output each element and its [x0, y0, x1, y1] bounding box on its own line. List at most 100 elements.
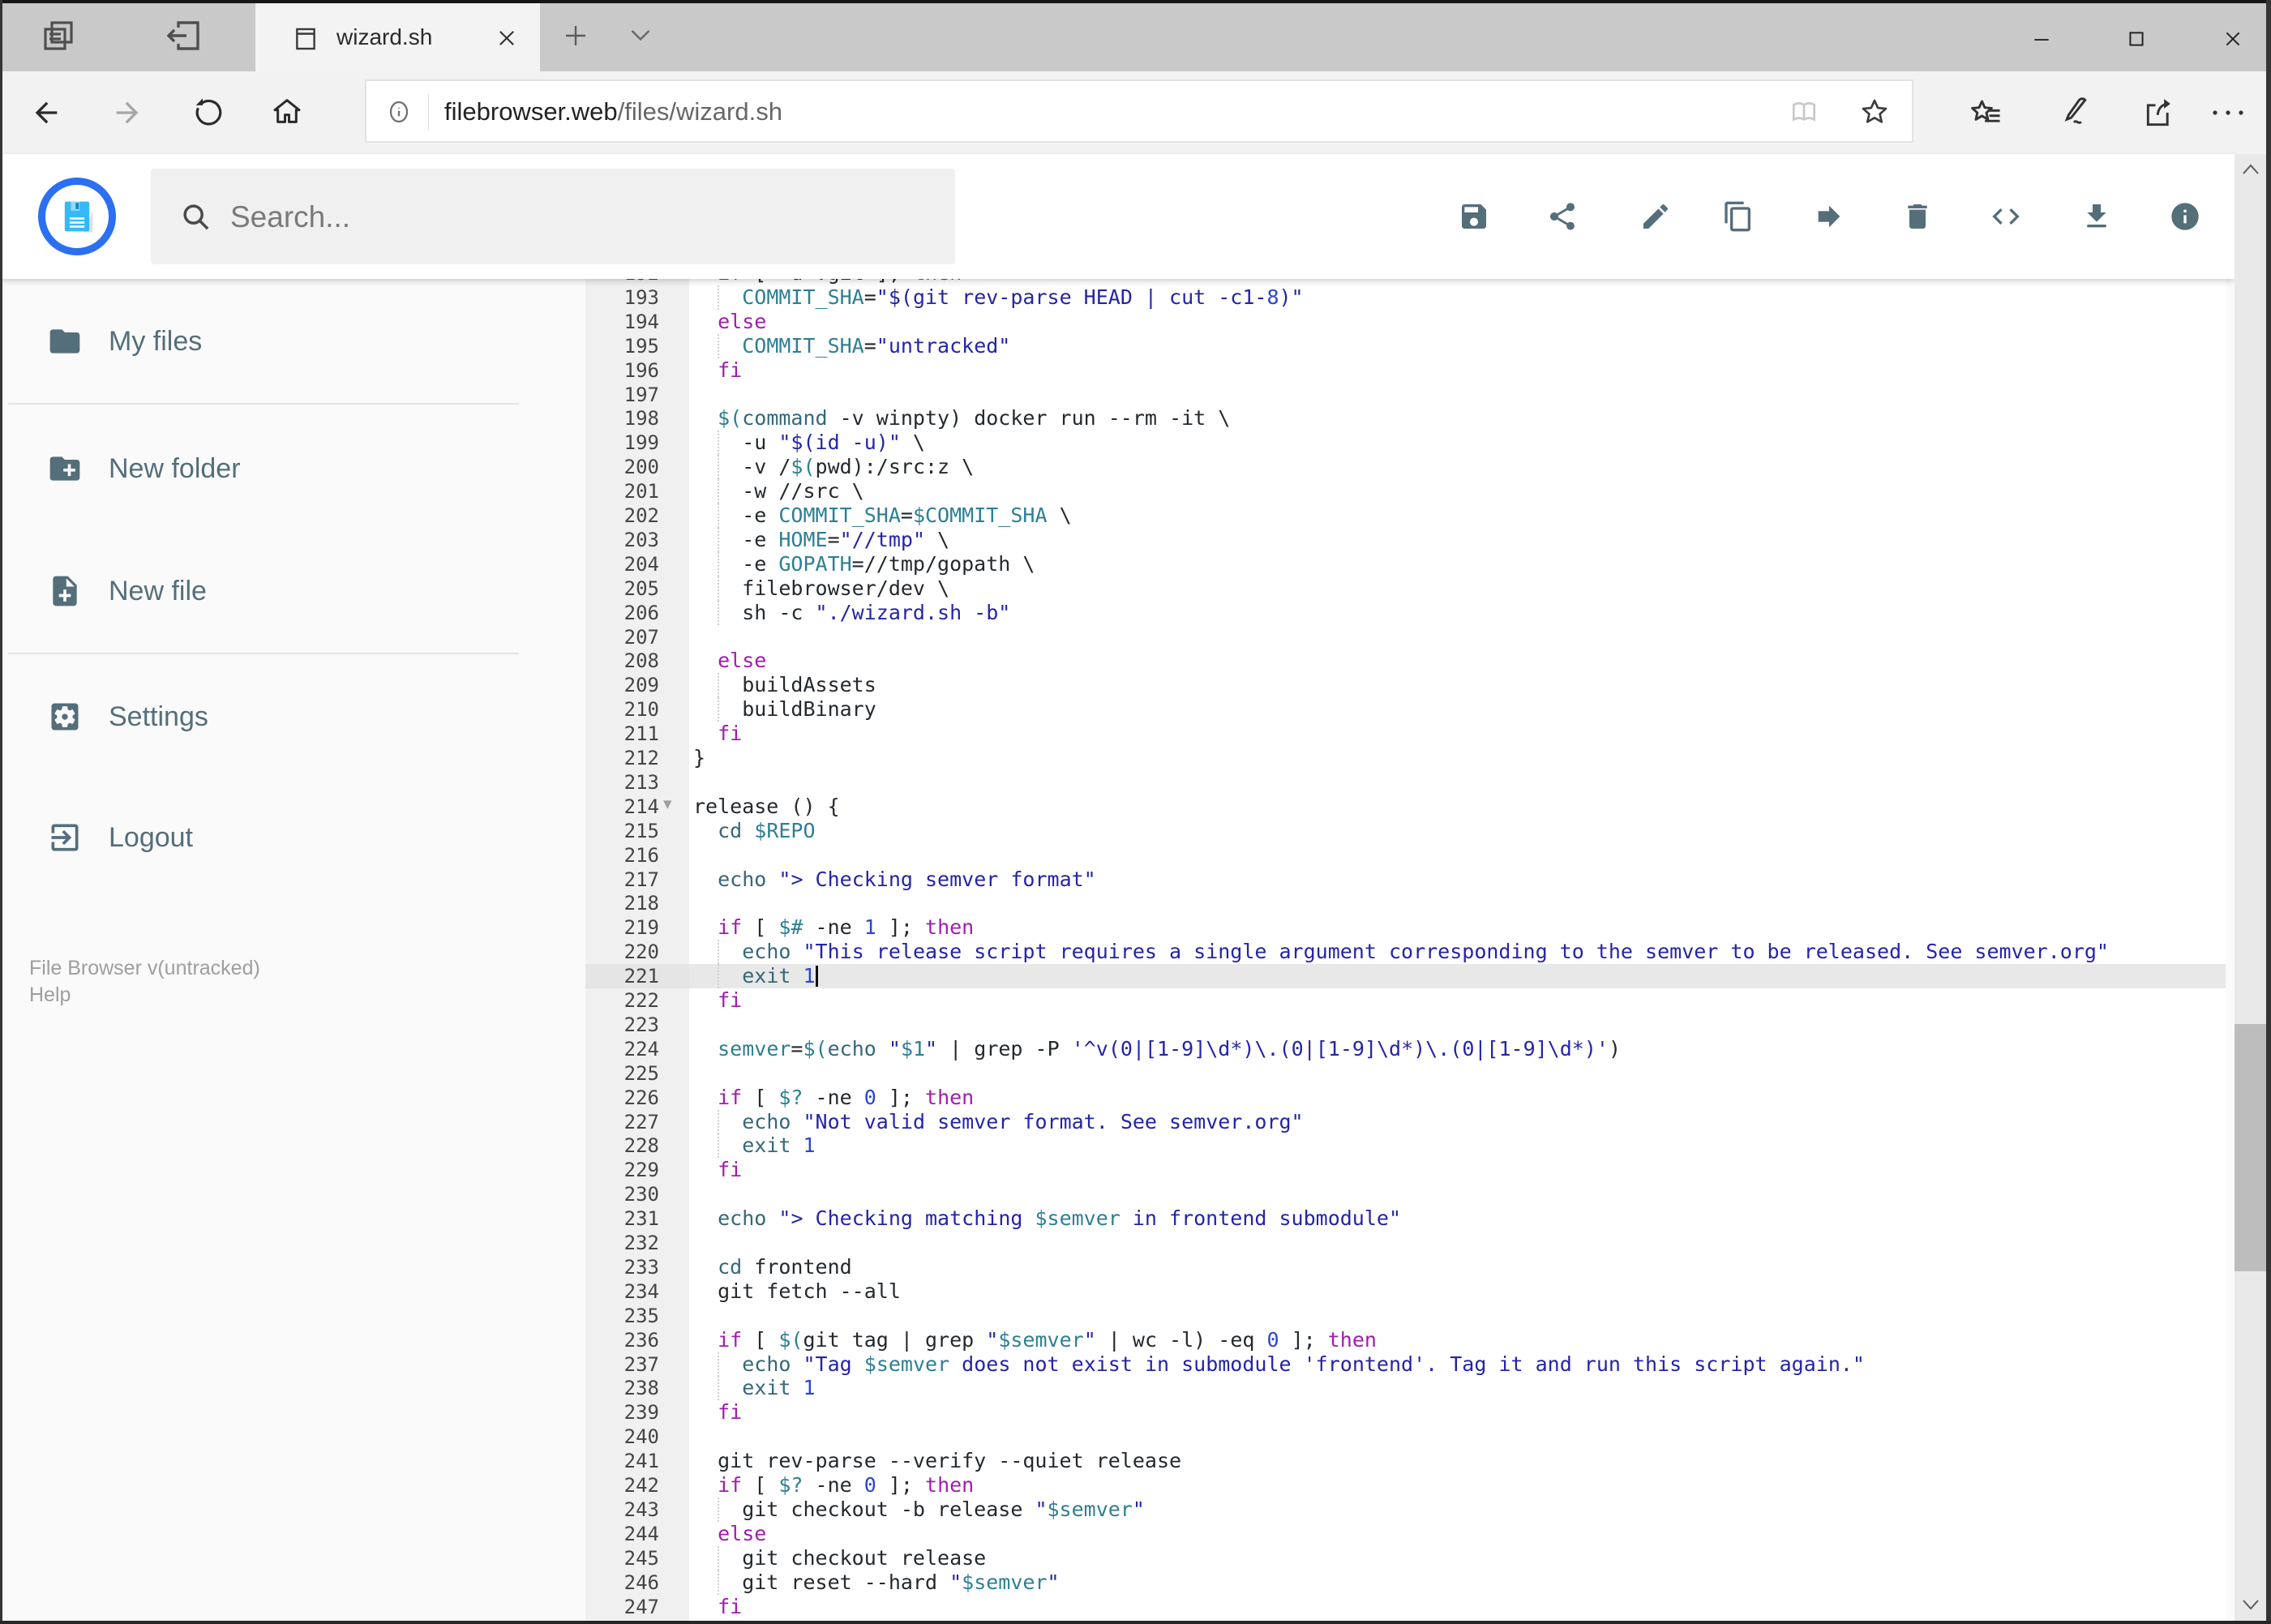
edit-icon[interactable] — [1639, 200, 1672, 233]
sidebar-item-settings[interactable]: Settings — [0, 691, 568, 744]
code-line[interactable]: 236 if [ $(git tag | grep "$semver" | wc… — [585, 1328, 2226, 1352]
code-line[interactable]: 211 fi — [585, 722, 2226, 746]
search-box[interactable] — [151, 169, 955, 266]
code-line[interactable]: 218 — [585, 891, 2226, 915]
code-line[interactable]: 203 -e HOME="//tmp" \ — [585, 527, 2226, 552]
share-icon[interactable] — [1546, 200, 1579, 233]
copy-icon[interactable] — [1722, 200, 1755, 233]
restore-tabs-icon[interactable] — [164, 16, 203, 55]
code-line[interactable]: 234 git fetch --all — [585, 1279, 2226, 1304]
scroll-down-icon[interactable] — [2241, 1597, 2260, 1612]
code-line[interactable]: 209 buildAssets — [585, 673, 2226, 698]
code-editor[interactable]: 192 if [ -d .git ]; then193 COMMIT_SHA="… — [585, 279, 2226, 1624]
window-maximize-button[interactable] — [2112, 23, 2161, 55]
code-line[interactable]: 244 else — [585, 1522, 2226, 1546]
code-line[interactable]: 247 fi — [585, 1595, 2226, 1619]
code-line[interactable]: 201 -w //src \ — [585, 479, 2226, 504]
search-input[interactable] — [229, 169, 929, 266]
code-line[interactable]: 220 echo "This release script requires a… — [585, 940, 2226, 965]
hub-favorites-icon[interactable] — [1969, 96, 2004, 131]
code-line[interactable]: 240 — [585, 1425, 2226, 1449]
url-text[interactable]: filebrowser.web/files/wizard.sh — [444, 97, 782, 126]
code-line[interactable]: 233 cd frontend — [585, 1255, 2226, 1279]
code-line[interactable]: 216 — [585, 843, 2226, 868]
code-line[interactable]: 194 else — [585, 310, 2226, 334]
code-line[interactable]: 207 — [585, 625, 2226, 649]
code-line[interactable]: 221 exit 1 — [585, 964, 2226, 989]
code-line[interactable]: 235 — [585, 1304, 2226, 1328]
code-line[interactable]: 237 echo "Tag $semver does not exist in … — [585, 1352, 2226, 1377]
web-note-pen-icon[interactable] — [2056, 95, 2092, 131]
code-line[interactable]: 242 if [ $? -ne 0 ]; then — [585, 1473, 2226, 1498]
code-line[interactable]: 198 $(command -v winpty) docker run --rm… — [585, 406, 2226, 431]
sidebar-item-new-folder[interactable]: New folder — [0, 443, 568, 496]
share-page-icon[interactable] — [2142, 95, 2178, 131]
scrollbar-thumb[interactable] — [2235, 1024, 2266, 1271]
code-line[interactable]: 232 — [585, 1231, 2226, 1255]
back-icon[interactable] — [30, 96, 62, 129]
code-icon[interactable] — [1990, 200, 2022, 233]
window-minimize-button[interactable] — [2017, 23, 2066, 55]
code-line[interactable]: 224 semver=$(echo "$1" | grep -P '^v(0|[… — [585, 1037, 2226, 1061]
code-line[interactable]: 212} — [585, 746, 2226, 770]
info-icon[interactable] — [2169, 200, 2201, 233]
filebrowser-logo-icon[interactable] — [38, 178, 116, 255]
page-scrollbar[interactable] — [2235, 154, 2266, 1624]
favorite-star-icon[interactable] — [1858, 96, 1891, 128]
code-line[interactable]: 245 git checkout release — [585, 1545, 2226, 1570]
code-line[interactable]: 219 if [ $# -ne 1 ]; then — [585, 915, 2226, 940]
forward-icon[interactable] — [111, 96, 144, 129]
move-icon[interactable] — [1813, 200, 1845, 233]
home-icon[interactable] — [271, 95, 303, 127]
fold-caret-icon[interactable]: ▾ — [663, 794, 672, 814]
sidebar-item-new-file[interactable]: New file — [0, 565, 568, 619]
code-line[interactable]: 213 — [585, 770, 2226, 795]
code-line[interactable]: 195 COMMIT_SHA="untracked" — [585, 333, 2226, 358]
download-icon[interactable] — [2080, 200, 2113, 233]
code-line[interactable]: 241 git rev-parse --verify --quiet relea… — [585, 1449, 2226, 1473]
code-line[interactable]: 215 cd $REPO — [585, 819, 2226, 843]
code-line[interactable]: 193 COMMIT_SHA="$(git rev-parse HEAD | c… — [585, 285, 2226, 310]
code-line[interactable]: 217 echo "> Checking semver format" — [585, 868, 2226, 892]
sidebar-item-logout[interactable]: Logout — [0, 812, 568, 865]
more-menu-icon[interactable] — [2210, 108, 2246, 118]
code-line[interactable]: 243 git checkout -b release "$semver" — [585, 1497, 2226, 1522]
sidebar-item-my-files[interactable]: My files — [0, 315, 568, 369]
code-line[interactable]: 206 sh -c "./wizard.sh -b" — [585, 600, 2226, 625]
scroll-up-icon[interactable] — [2241, 162, 2260, 177]
reading-view-icon[interactable] — [1789, 96, 1819, 127]
window-close-button[interactable] — [2209, 23, 2257, 55]
tabs-aside-icon[interactable] — [39, 16, 78, 55]
code-line[interactable]: 227 echo "Not valid semver format. See s… — [585, 1109, 2226, 1134]
code-line[interactable]: 196 fi — [585, 358, 2226, 383]
url-bar[interactable]: filebrowser.web/files/wizard.sh — [365, 79, 1913, 143]
delete-icon[interactable] — [1901, 200, 1934, 233]
code-line[interactable]: 199 -u "$(id -u)" \ — [585, 431, 2226, 456]
code-line[interactable]: 208 else — [585, 649, 2226, 673]
tab-preview-chevron-icon[interactable] — [626, 26, 655, 45]
code-line[interactable]: 226 if [ $? -ne 0 ]; then — [585, 1086, 2226, 1110]
tab-close-icon[interactable] — [495, 27, 518, 49]
code-line[interactable]: 205 filebrowser/dev \ — [585, 576, 2226, 601]
help-link[interactable]: Help — [29, 983, 71, 1007]
code-line[interactable]: 225 — [585, 1061, 2226, 1086]
browser-tab[interactable]: wizard.sh — [255, 3, 540, 71]
code-line[interactable]: 231 echo "> Checking matching $semver in… — [585, 1206, 2226, 1231]
code-line[interactable]: 239 fi — [585, 1400, 2226, 1425]
code-line[interactable]: 238 exit 1 — [585, 1376, 2226, 1401]
new-tab-button[interactable] — [561, 21, 590, 50]
site-info-icon[interactable] — [386, 99, 412, 125]
code-line[interactable]: 223 — [585, 1013, 2226, 1037]
code-line[interactable]: 204 -e GOPATH=//tmp/gopath \ — [585, 551, 2226, 576]
code-line[interactable]: 200 -v /$(pwd):/src:z \ — [585, 455, 2226, 480]
save-icon[interactable] — [1458, 200, 1490, 233]
code-line[interactable]: 197 — [585, 383, 2226, 407]
code-line[interactable]: 229 fi — [585, 1158, 2226, 1182]
code-line[interactable]: 228 exit 1 — [585, 1133, 2226, 1159]
code-line[interactable]: 192 if [ -d .git ]; then — [585, 279, 2226, 285]
refresh-icon[interactable] — [193, 96, 224, 127]
code-line[interactable]: 214 ▾ release () { — [585, 795, 2226, 819]
code-line[interactable]: 222 fi — [585, 988, 2226, 1013]
code-line[interactable]: 210 buildBinary — [585, 697, 2226, 722]
code-line[interactable]: 246 git reset --hard "$semver" — [585, 1570, 2226, 1595]
